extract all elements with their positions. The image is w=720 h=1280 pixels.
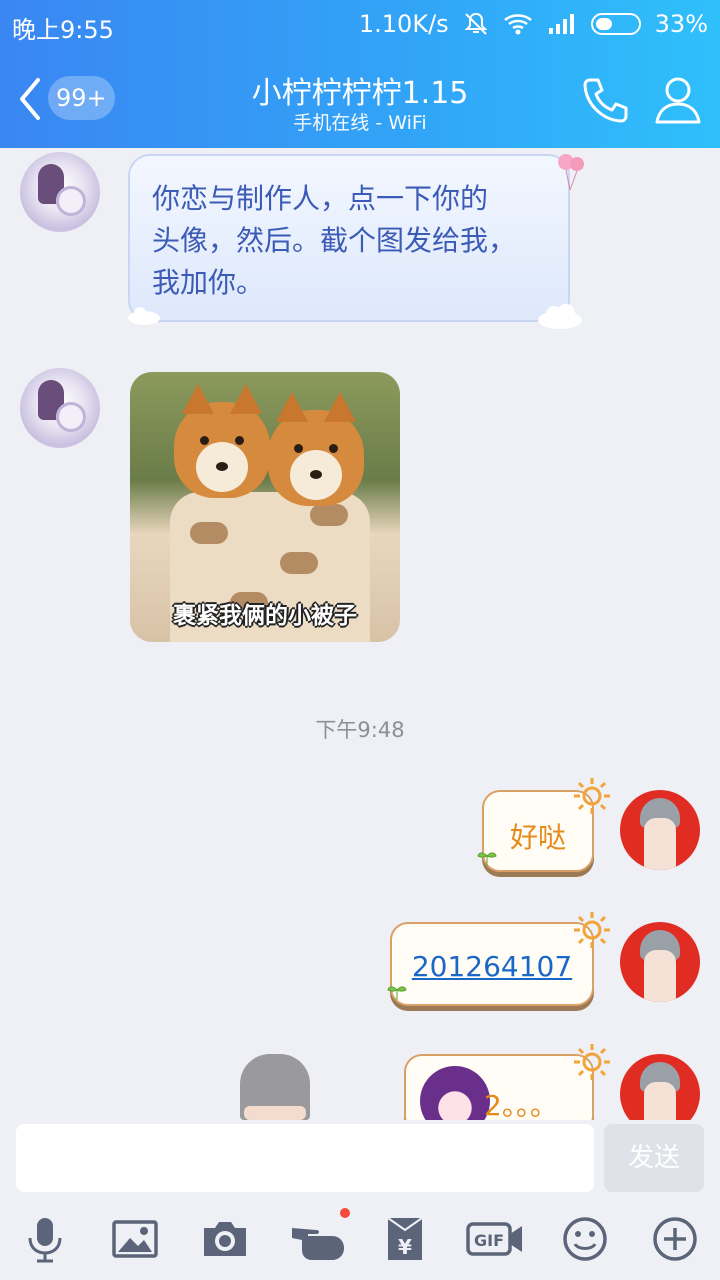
balloon-decoration-icon — [558, 154, 584, 191]
status-right: 1.10K/s 33% — [359, 10, 708, 38]
camera-icon[interactable] — [200, 1214, 250, 1264]
notification-dot — [340, 1208, 350, 1218]
message-line: 头像，然后。截个图发给我， — [152, 224, 517, 257]
image-icon[interactable] — [110, 1214, 160, 1264]
message-text: 2。。。 — [484, 1089, 558, 1122]
plus-icon[interactable] — [650, 1214, 700, 1264]
microphone-icon[interactable] — [20, 1214, 70, 1264]
message-input[interactable] — [16, 1124, 594, 1192]
shiba-dog-right — [268, 392, 364, 506]
net-speed: 1.10K/s — [358, 10, 449, 38]
gif-icon[interactable]: GIF — [466, 1214, 526, 1264]
mute-icon — [464, 12, 488, 35]
peeking-character-sticker — [240, 1054, 310, 1120]
cloud-decoration-icon — [538, 304, 582, 329]
cloud-decoration-icon — [128, 307, 160, 325]
my-avatar[interactable] — [620, 922, 700, 1002]
battery-icon — [590, 13, 641, 35]
wifi-icon — [503, 14, 532, 35]
sprout-decoration-icon — [477, 852, 497, 866]
gif-label: GIF — [474, 1231, 504, 1250]
contact-avatar[interactable] — [20, 368, 100, 448]
send-button[interactable]: 发送 — [604, 1124, 704, 1192]
battery-percent: 33% — [654, 10, 708, 38]
message-bubble-received[interactable]: 你恋与制作人，点一下你的 头像，然后。截个图发给我， 我加你。 — [128, 154, 570, 322]
phone-icon[interactable] — [580, 74, 632, 126]
message-line: 你恋与制作人，点一下你的 — [152, 182, 489, 215]
nav-bar: 99+ 小柠柠柠柠1.15 手机在线 - WiFi — [0, 50, 720, 148]
status-bar: 晚上9:55 1.10K/s 33% — [0, 0, 720, 50]
input-bar: 发送 — [0, 1120, 720, 1200]
message-timestamp: 下午9:48 — [315, 718, 405, 742]
shiba-dog-left — [174, 384, 270, 498]
status-time: 晚上9:55 — [12, 16, 114, 44]
poke-icon[interactable] — [288, 1214, 348, 1264]
sprout-decoration-icon — [387, 986, 407, 1000]
sun-decoration-icon — [574, 912, 610, 948]
contact-avatar[interactable] — [20, 152, 100, 232]
profile-icon[interactable] — [654, 74, 702, 126]
chat-header: 晚上9:55 1.10K/s 33% 99+ 小柠柠柠柠1.15 手机在线 - … — [0, 0, 720, 148]
sun-decoration-icon — [574, 778, 610, 814]
emoji-icon[interactable] — [560, 1214, 610, 1264]
message-link[interactable]: 201264107 — [392, 950, 592, 983]
bottom-toolbar: ¥ GIF — [0, 1200, 720, 1280]
red-packet-symbol: ¥ — [398, 1235, 412, 1259]
sticker-image[interactable]: 裹紧我俩的小被子 — [130, 372, 400, 642]
message-text: 好哒 — [509, 821, 566, 854]
sticker-caption: 裹紧我俩的小被子 — [173, 603, 357, 629]
message-bubble-sent[interactable]: 201264107 — [390, 922, 594, 1006]
red-packet-icon[interactable]: ¥ — [380, 1214, 430, 1264]
sun-decoration-icon — [574, 1044, 610, 1080]
message-line: 我加你。 — [152, 266, 265, 299]
my-avatar[interactable] — [620, 790, 700, 870]
signal-icon — [548, 14, 574, 34]
